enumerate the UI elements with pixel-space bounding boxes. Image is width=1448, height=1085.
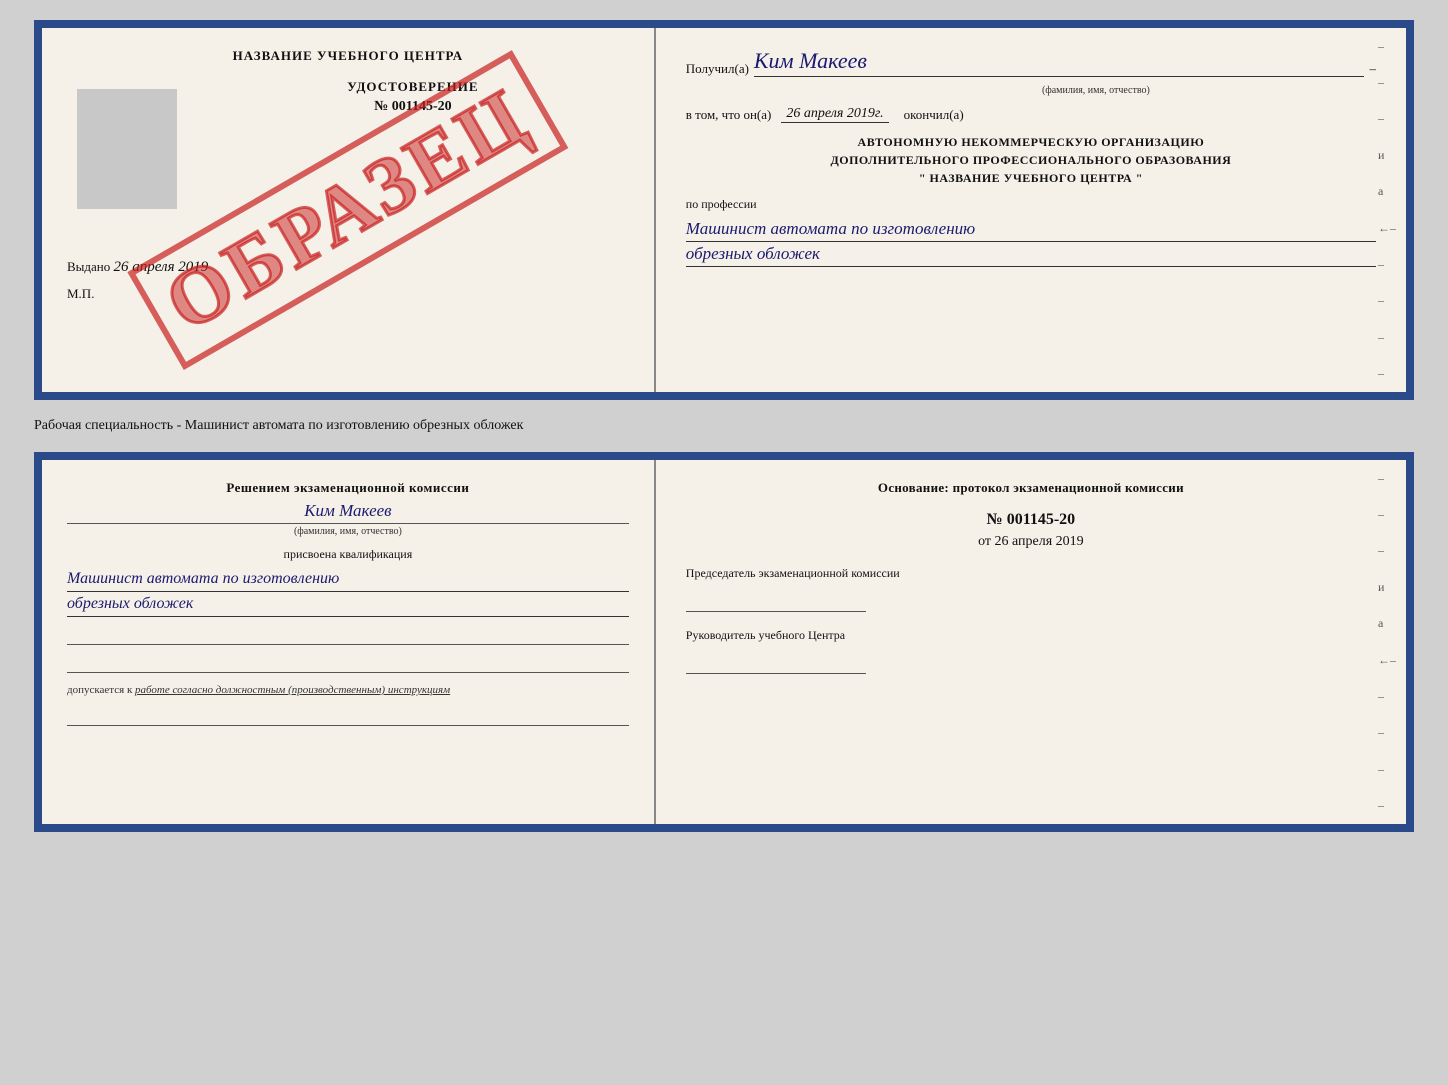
poluchil-label: Получил(а) (686, 61, 749, 77)
v-tom-chto-label: в том, что он(а) (686, 107, 772, 123)
empty-line-1 (67, 625, 629, 645)
protocol-number: № 001145-20 (686, 511, 1376, 529)
date-row: в том, что он(а) 26 апреля 2019г. окончи… (686, 106, 1376, 123)
prisvoena-kval: присвоена квалификация (67, 547, 629, 562)
mp-label: М.П. (67, 286, 629, 302)
top-document: НАЗВАНИЕ УЧЕБНОГО ЦЕНТРА УДОСТОВЕРЕНИЕ №… (34, 20, 1414, 400)
empty-line-3 (67, 706, 629, 726)
dopuskaetsya-text: допускается к работе согласно должностны… (67, 683, 629, 698)
training-center-title: НАЗВАНИЕ УЧЕБНОГО ЦЕНТРА (67, 48, 629, 64)
vydano-date: 26 апреля 2019 (114, 259, 209, 275)
date-value: 26 апреля 2019г. (781, 106, 888, 123)
doc-right: Получил(а) Ким Макеев – (фамилия, имя, о… (656, 28, 1406, 392)
osnovanie-text: Основание: протокол экзаменационной коми… (686, 480, 1376, 496)
org-line3: " НАЗВАНИЕ УЧЕБНОГО ЦЕНТРА " (686, 169, 1376, 187)
fio-subtext-top: (фамилия, имя, отчество) (816, 85, 1376, 96)
qualification-line2: обрезных обложек (67, 592, 629, 617)
document-container: НАЗВАНИЕ УЧЕБНОГО ЦЕНТРА УДОСТОВЕРЕНИЕ №… (34, 20, 1414, 832)
right-dashes-bottom: – – – и а ←– – – – – (1378, 460, 1396, 824)
org-text: АВТОНОМНУЮ НЕКОММЕРЧЕСКУЮ ОРГАНИЗАЦИЮ ДО… (686, 133, 1376, 187)
doc-left: НАЗВАНИЕ УЧЕБНОГО ЦЕНТРА УДОСТОВЕРЕНИЕ №… (42, 28, 656, 392)
cert-main-content: УДОСТОВЕРЕНИЕ № 001145-20 (67, 79, 629, 219)
predsedatel-label: Председатель экзаменационной комиссии (686, 565, 1376, 582)
fio-subtext-bottom: (фамилия, имя, отчество) (67, 523, 629, 537)
rukovoditel-block: Руководитель учебного Центра (686, 627, 1376, 674)
ot-label: от (978, 534, 991, 549)
qualification-line1: Машинист автомата по изготовлению (67, 567, 629, 592)
dopuskaetsya-label: допускается к (67, 684, 132, 696)
right-dashes: – – – и а ←– – – – – (1378, 28, 1396, 392)
rukovoditel-signature-line (686, 649, 866, 674)
bottom-left: Решением экзаменационной комиссии Ким Ма… (42, 460, 656, 824)
bottom-right: Основание: протокол экзаменационной коми… (656, 460, 1406, 824)
org-line1: АВТОНОМНУЮ НЕКОММЕРЧЕСКУЮ ОРГАНИЗАЦИЮ (686, 133, 1376, 151)
vydano-label: Выдано (67, 259, 110, 274)
okonchil-label: окончил(а) (904, 107, 964, 123)
empty-line-2 (67, 653, 629, 673)
vydano-row: Выдано 26 апреля 2019 (67, 259, 629, 276)
udostoverenie-label: УДОСТОВЕРЕНИЕ (67, 79, 629, 95)
cert-center-content: УДОСТОВЕРЕНИЕ № 001145-20 (67, 79, 629, 115)
recipient-row: Получил(а) Ким Макеев – (686, 48, 1376, 77)
recipient-name: Ким Макеев (754, 48, 1365, 77)
org-line2: ДОПОЛНИТЕЛЬНОГО ПРОФЕССИОНАЛЬНОГО ОБРАЗО… (686, 151, 1376, 169)
profession-line2: обрезных обложек (686, 242, 1376, 267)
ot-date: от 26 апреля 2019 (686, 534, 1376, 550)
person-name-bottom: Ким Макеев (67, 501, 629, 521)
dash1: – (1369, 61, 1376, 77)
bottom-document: Решением экзаменационной комиссии Ким Ма… (34, 452, 1414, 832)
predsedatel-signature-line (686, 587, 866, 612)
ot-date-value: 26 апреля 2019 (995, 534, 1084, 549)
rukovoditel-label: Руководитель учебного Центра (686, 627, 1376, 644)
resheniem-text: Решением экзаменационной комиссии (67, 480, 629, 496)
predsedatel-block: Председатель экзаменационной комиссии (686, 565, 1376, 612)
profession-line1: Машинист автомата по изготовлению (686, 217, 1376, 242)
po-professii: по профессии (686, 197, 1376, 212)
specialty-text: Рабочая специальность - Машинист автомат… (34, 410, 1414, 442)
dopuskaetsya-value: работе согласно должностным (производств… (135, 684, 450, 696)
cert-number: № 001145-20 (67, 99, 629, 115)
